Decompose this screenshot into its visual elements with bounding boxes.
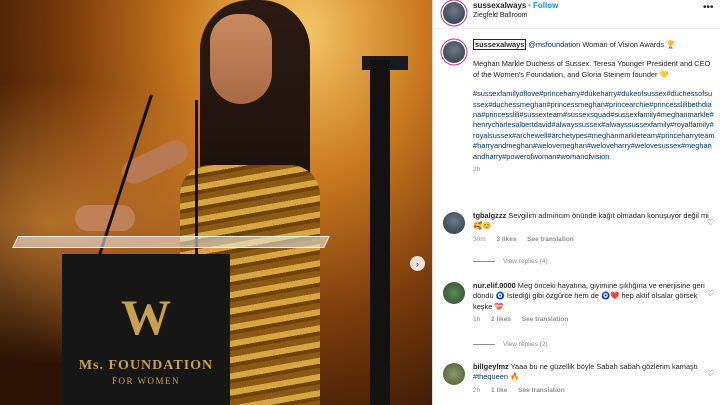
caption-body: Meghan Markle Duchess of Sussex. Teresa …: [473, 59, 711, 79]
follow-button[interactable]: Follow: [533, 1, 558, 10]
yellow-heart-icon: 💛: [659, 69, 669, 79]
podium: W Ms. FOUNDATION FOR WOMEN: [62, 254, 230, 405]
post-header: sussexalways • Follow Ziegfeld Ballroom …: [433, 0, 720, 29]
heart-icon[interactable]: ♡: [707, 218, 714, 227]
comment-meta: 2h 1 like See translation: [473, 386, 717, 396]
trophy-icon: 🏆: [666, 40, 676, 49]
mic-stand: [370, 60, 390, 405]
comment-text: İstediği gibi özgürce hem de: [504, 291, 599, 301]
see-translation-link[interactable]: See translation: [518, 387, 565, 394]
comment-item: billgeylmz Yaaa bu ne güzellik böyle Sab…: [473, 362, 717, 396]
comment-likes[interactable]: 2 likes: [491, 316, 511, 323]
caption-avatar[interactable]: [443, 41, 465, 63]
comment-age: 1h: [473, 316, 481, 324]
comment-username[interactable]: nur.elif.0000: [473, 281, 516, 290]
view-replies-link[interactable]: View replies (2): [473, 341, 548, 348]
comment-text: Yaaa bu ne güzellik böyle Sabah sabah gö…: [510, 362, 698, 371]
comment-username[interactable]: billgeylmz: [473, 362, 509, 371]
comment-avatar[interactable]: [443, 363, 465, 385]
more-horizontal-icon[interactable]: •••: [703, 2, 714, 13]
nazar-icon: 🧿: [495, 291, 505, 301]
fire-icon: 🔥: [510, 372, 520, 382]
separator-dot: •: [528, 1, 531, 10]
speaker-hand: [75, 205, 135, 231]
speaker-face: [210, 14, 272, 104]
header-username[interactable]: sussexalways: [473, 1, 526, 10]
chevron-right-icon[interactable]: ›: [410, 256, 425, 271]
foundation-logo: W: [121, 289, 171, 345]
mention-link[interactable]: @msfoundation: [528, 40, 580, 49]
smile-icon: 🥰😊: [473, 221, 492, 231]
comment-item: tgbalgzzz Sevgilim admincim önünde kağıt…: [473, 211, 717, 245]
foundation-name: Ms. FOUNDATION: [78, 358, 214, 373]
comment-meta: 30m 3 likes See translation: [473, 235, 717, 245]
see-translation-link[interactable]: See translation: [527, 236, 574, 243]
comment-username[interactable]: tgbalgzzz: [473, 211, 506, 220]
nazar-heart-icon: 🧿❤️: [600, 291, 620, 301]
caption-headline: Woman of Vision Awards: [580, 40, 665, 49]
post-side-panel: sussexalways • Follow Ziegfeld Ballroom …: [432, 0, 720, 405]
hashtag-link[interactable]: #thequeen: [473, 372, 508, 381]
caption-username[interactable]: sussexalways: [473, 39, 527, 50]
heart-icon[interactable]: ♡: [707, 289, 714, 298]
comment-item: nur.elif.0000 Meg önceki hayatına, giyim…: [473, 281, 717, 326]
view-replies-link[interactable]: View replies (4): [473, 258, 548, 265]
post-time: 2h: [473, 166, 481, 174]
hashtags[interactable]: #sussexfamilyoflove#princeharry#dukeharr…: [473, 89, 715, 162]
foundation-subtitle: FOR WOMEN: [111, 376, 181, 386]
post-photo[interactable]: W Ms. FOUNDATION FOR WOMEN ›: [0, 0, 432, 405]
comment-avatar[interactable]: [443, 282, 465, 304]
see-translation-link[interactable]: See translation: [522, 316, 569, 323]
lectern-glass: [12, 236, 330, 248]
post-caption: sussexalways @msfoundation Woman of Visi…: [473, 39, 715, 175]
comment-age: 30m: [473, 235, 486, 243]
comment-text: Sevgilim admincim önünde kağıt olmadan k…: [508, 211, 709, 220]
comment-likes[interactable]: 1 like: [491, 387, 507, 394]
avatar[interactable]: [443, 2, 465, 24]
location-link[interactable]: Ziegfeld Ballroom: [473, 12, 527, 19]
gift-heart-icon: 💝: [494, 301, 504, 311]
comment-likes[interactable]: 3 likes: [496, 236, 516, 243]
comment-age: 2h: [473, 386, 481, 394]
comment-meta: 1h 2 likes See translation: [473, 315, 717, 325]
heart-icon[interactable]: ♡: [707, 369, 714, 378]
comment-avatar[interactable]: [443, 212, 465, 234]
